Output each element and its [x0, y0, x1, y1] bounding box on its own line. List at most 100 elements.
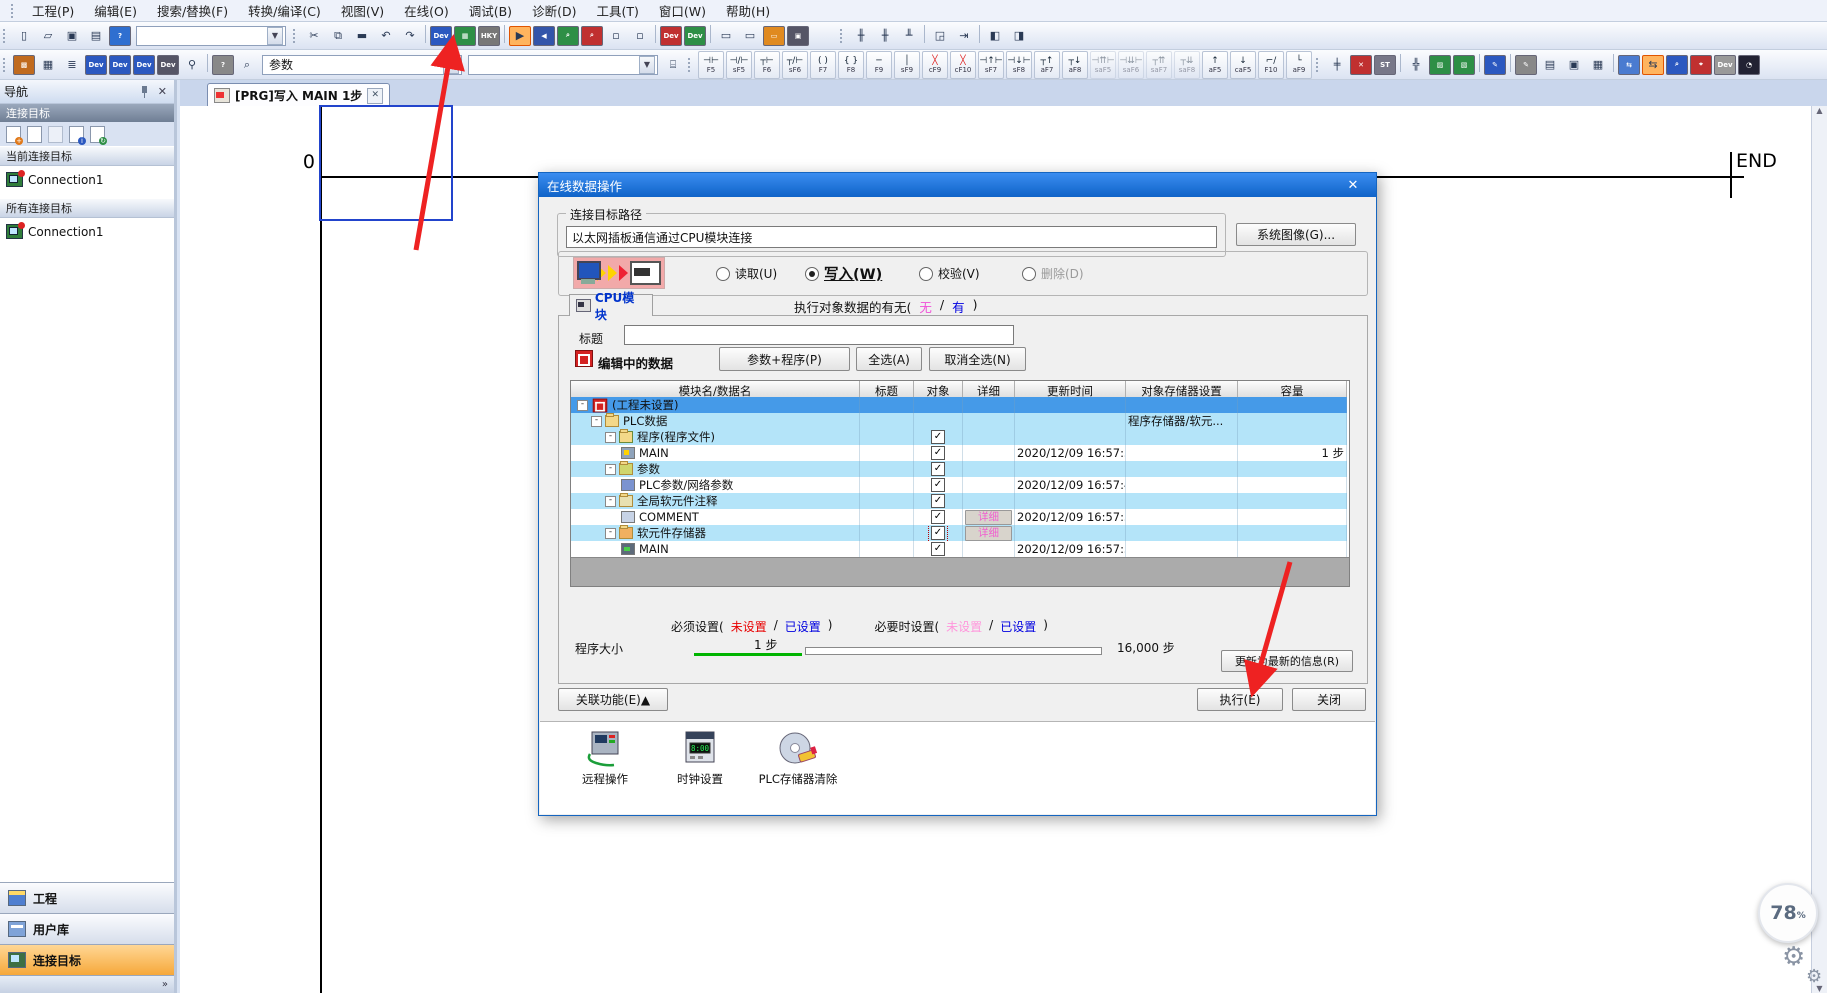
window-cascade-icon[interactable]: ▭ [715, 26, 737, 46]
device-batch-icon[interactable]: Dev [1714, 55, 1736, 75]
collapse-icon[interactable]: - [577, 400, 588, 411]
cut-icon[interactable]: ✂ [303, 26, 325, 46]
ladder-symbol-button[interactable]: ╳cF9 [922, 51, 948, 79]
new-file-icon[interactable]: ▯ [13, 26, 35, 46]
debug-run-icon[interactable]: ⇥ [953, 26, 975, 46]
collapse-icon[interactable]: - [591, 416, 602, 427]
comment-display-icon[interactable]: Dev [109, 55, 131, 75]
menu-item[interactable]: 视图(V) [331, 0, 394, 22]
device-list-icon[interactable]: ⌖ [1690, 55, 1712, 75]
select-all-button[interactable]: 全选(A) [856, 347, 922, 371]
ladder-symbol-button[interactable]: ╳cF10 [950, 51, 976, 79]
delete-line-icon[interactable]: ✕ [1350, 55, 1372, 75]
ladder-symbol-button[interactable]: ─F9 [866, 51, 892, 79]
percent-overlay-badge[interactable]: 78% [1758, 883, 1818, 943]
device-display-icon[interactable]: Dev [430, 26, 452, 46]
edit-ladder-icon[interactable]: ╬ [1405, 55, 1427, 75]
editor-vertical-scrollbar[interactable]: ▲▼ [1811, 106, 1827, 993]
ladder-cell-cursor[interactable] [319, 105, 453, 221]
statement-display-icon[interactable]: Dev [133, 55, 155, 75]
dialog-title-bar[interactable]: 在线数据操作 ✕ [539, 173, 1376, 197]
undo-icon[interactable]: ↶ [375, 26, 397, 46]
radio-read[interactable]: 读取(U) [716, 265, 777, 282]
refresh-icon[interactable]: ↻ [90, 126, 105, 143]
trace-start-icon[interactable]: ╫ [874, 26, 896, 46]
write-to-plc-icon[interactable]: ▶ [509, 26, 531, 46]
paste-icon[interactable] [48, 126, 63, 143]
menu-item[interactable]: 窗口(W) [649, 0, 716, 22]
write-mode-icon[interactable]: ▧ [1453, 55, 1475, 75]
trace-stop-icon[interactable]: ╨ [898, 26, 920, 46]
scan-graph-icon[interactable]: ◨ [1008, 26, 1030, 46]
connection-item[interactable]: Connection1 [0, 221, 174, 242]
menu-item[interactable]: 转换/编译(C) [238, 0, 331, 22]
find-target-combo[interactable]: 参数 ▼ [262, 55, 462, 75]
table-row[interactable]: COMMENT ✓ 详细 2020/12/09 16:57:50 [571, 509, 1349, 525]
ladder-symbol-button[interactable]: ⊣⊢F5 [698, 51, 724, 79]
radio-write[interactable]: 写入(W) [805, 263, 882, 284]
close-button[interactable]: 关闭 [1292, 688, 1366, 711]
table-row[interactable]: PLC参数/网络参数 ✓ 2020/12/09 16:57:49 [571, 477, 1349, 493]
ladder-symbol-button[interactable]: ⊣∕⊢sF5 [726, 51, 752, 79]
device-comment-icon[interactable]: Dev [85, 55, 107, 75]
tab-close-icon[interactable]: ✕ [367, 88, 383, 104]
chevron-more-icon[interactable]: » [162, 979, 168, 990]
monitor-stop-icon[interactable]: ⌕ [581, 26, 603, 46]
sidebar-item-user-library[interactable]: 用户库 [0, 913, 174, 944]
redo-icon[interactable]: ↷ [399, 26, 421, 46]
menu-item[interactable]: 搜索/替换(F) [147, 0, 238, 22]
table-row[interactable]: MAIN ✓ 2020/12/09 16:57:50 [571, 541, 1349, 557]
property-icon[interactable]: i [69, 126, 84, 143]
tab-cpu-module[interactable]: CPU模块 [569, 294, 653, 316]
table-row[interactable]: MAIN ✓ 2020/12/09 16:57:50 1 步 [571, 445, 1349, 461]
monitor-resume-icon[interactable]: ▫ [629, 26, 651, 46]
collapse-icon[interactable]: - [605, 528, 616, 539]
target-checkbox[interactable]: ✓ [931, 478, 945, 492]
plc-memory-clear-item[interactable]: PLC存储器清除 [753, 730, 843, 787]
device-off-icon[interactable]: Dev [684, 26, 706, 46]
clock-setting-item[interactable]: 8:00 时钟设置 [665, 730, 735, 787]
table-row[interactable]: - 程序(程序文件) ✓ [571, 429, 1349, 445]
optional-not-set-link[interactable]: 未设置 [946, 618, 982, 635]
save-icon[interactable]: ▣ [61, 26, 83, 46]
param-program-button[interactable]: 参数+程序(P) [719, 347, 850, 371]
collapse-icon[interactable]: - [605, 432, 616, 443]
collapse-icon[interactable]: - [605, 496, 616, 507]
ladder-symbol-button[interactable]: ┬↑aF7 [1034, 51, 1060, 79]
device-display-switch-icon[interactable]: ⇆ [1642, 55, 1664, 75]
paste-icon[interactable]: ▬ [351, 26, 373, 46]
tab-prg-write-main[interactable]: [PRG]写入 MAIN 1步 ✕ [207, 83, 390, 107]
dialog-close-icon[interactable]: ✕ [1338, 178, 1368, 193]
optional-set-link[interactable]: 已设置 [1000, 618, 1036, 635]
window-arrange-icon[interactable]: ▭ [763, 26, 785, 46]
hot-key-icon[interactable]: HKY [478, 26, 500, 46]
doc-find-icon[interactable]: ▣ [1563, 55, 1585, 75]
table-row[interactable]: - (工程未设置) [571, 397, 1349, 413]
system-image-button[interactable]: 系统图像(G)... [1236, 223, 1356, 246]
ladder-symbol-button[interactable]: { }F8 [838, 51, 864, 79]
debug-step-icon[interactable]: ◲ [929, 26, 951, 46]
read-from-plc-icon[interactable]: ◀ [533, 26, 555, 46]
collapse-icon[interactable]: - [605, 464, 616, 475]
target-checkbox[interactable]: ✓ [931, 542, 945, 556]
ladder-symbol-button[interactable]: │sF9 [894, 51, 920, 79]
connection-path-field[interactable]: 以太网插板通信通过CPU模块连接 [566, 226, 1217, 248]
table-row[interactable]: - 全局软元件注释 ✓ [571, 493, 1349, 509]
module-config-icon[interactable]: ▦ [37, 55, 59, 75]
title-field[interactable] [624, 325, 1014, 345]
pin-icon[interactable] [139, 86, 149, 98]
sidebar-overflow-bar[interactable]: » [0, 975, 174, 993]
execute-button[interactable]: 执行(E) [1197, 688, 1283, 711]
target-checkbox[interactable]: ✓ [931, 446, 945, 460]
target-checkbox[interactable]: ✓ [931, 430, 945, 444]
target-checkbox[interactable]: ✓ [931, 494, 945, 508]
remote-operation-item[interactable]: 远程操作 [570, 730, 640, 787]
required-not-set-link[interactable]: 未设置 [731, 618, 767, 635]
ladder-symbol-button[interactable]: ⊣↑⊢sF7 [978, 51, 1004, 79]
ladder-symbol-button[interactable]: ↑aF5 [1202, 51, 1228, 79]
ladder-symbol-button[interactable]: └aF9 [1286, 51, 1312, 79]
menu-item[interactable]: 工具(T) [586, 0, 648, 22]
connection-item[interactable]: Connection1 [0, 169, 174, 190]
table-row[interactable]: - 软元件存储器 ✓ 详细 [571, 525, 1349, 541]
target-checkbox[interactable]: ✓ [931, 462, 945, 476]
